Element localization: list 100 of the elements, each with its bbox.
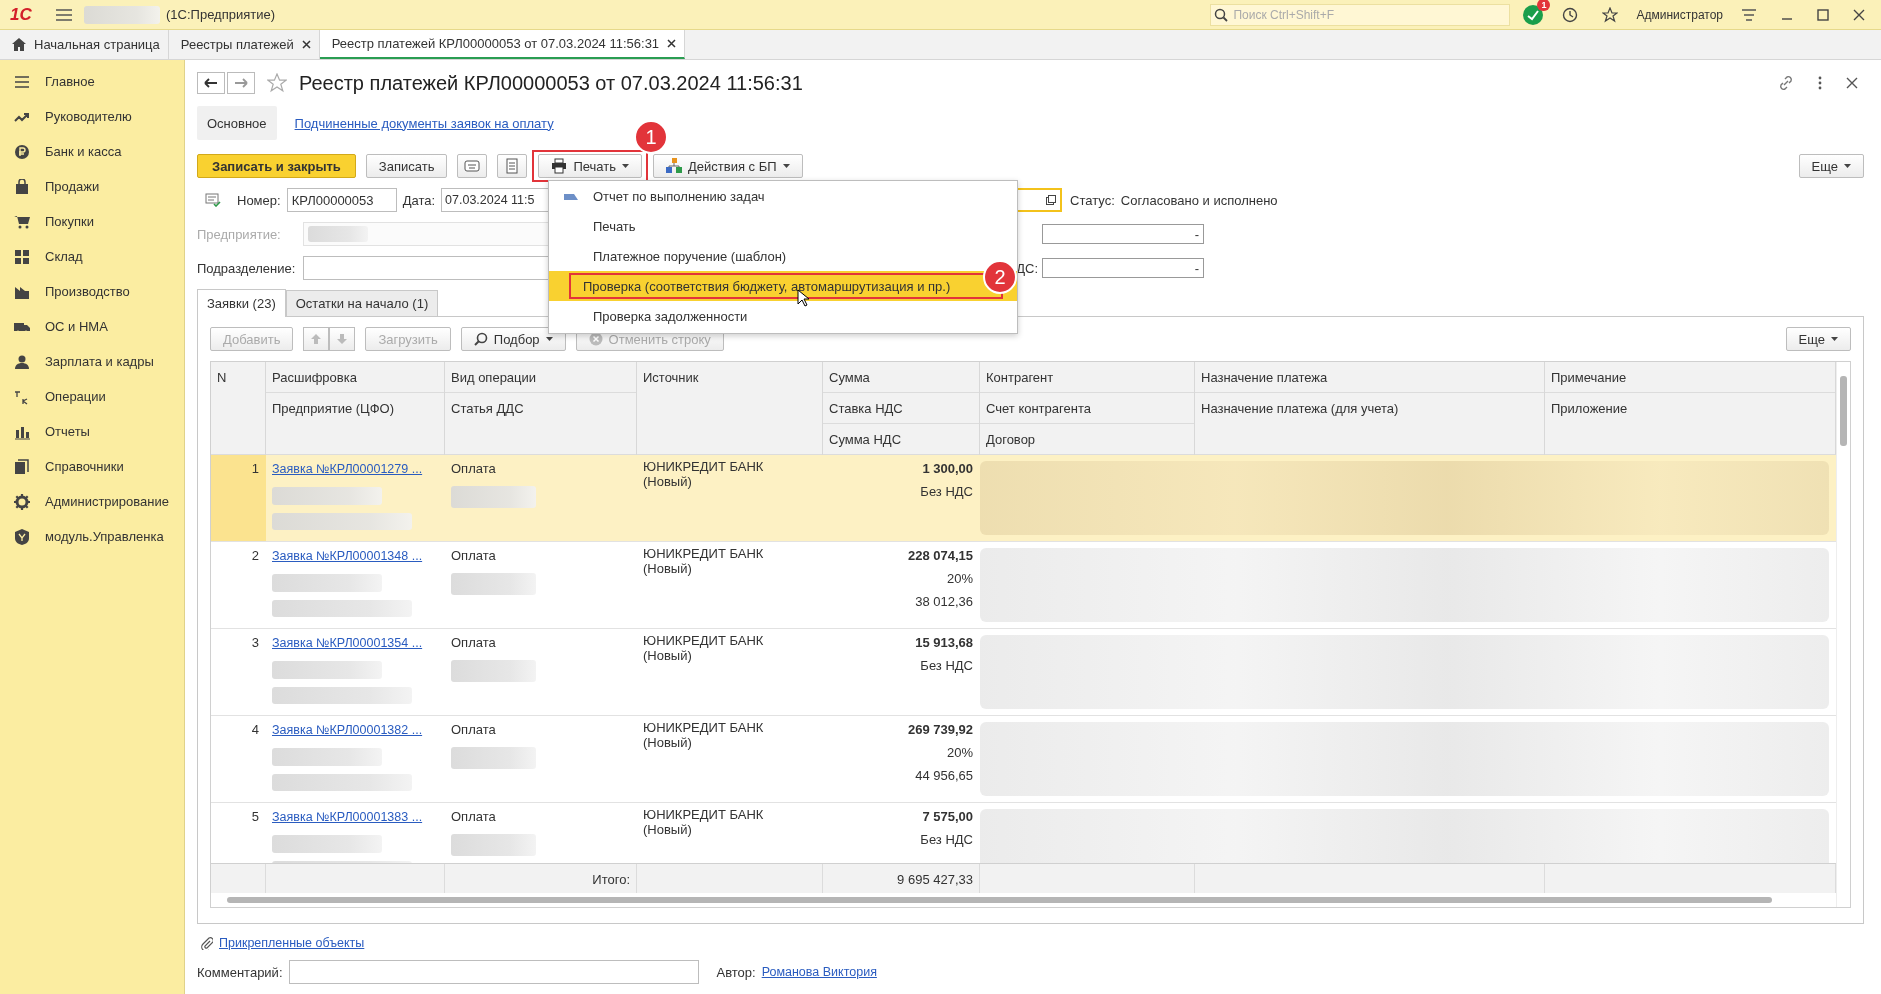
request-link[interactable]: Заявка №КРЛ00001382 ... — [272, 720, 438, 740]
sidebar-item[interactable]: Операции — [0, 379, 184, 414]
sidebar-item[interactable]: Производство — [0, 274, 184, 309]
table-row[interactable]: 3 Заявка №КРЛ00001354 ... Оплата ЮНИКРЕДИТ БАНК (Новый) 15 913,68 Без НДС — [211, 629, 1836, 716]
sidebar-item[interactable]: Банк и касса — [0, 134, 184, 169]
sidebar-item[interactable]: Справочники — [0, 449, 184, 484]
menu-icon[interactable] — [56, 8, 72, 21]
search-field[interactable]: Поиск Ctrl+Shift+F — [1210, 3, 1511, 26]
field-label: Предприятие: — [197, 226, 282, 242]
attachments-link[interactable]: Прикрепленные объекты — [219, 933, 365, 953]
table-row[interactable]: 4 Заявка №КРЛ00001382 ... Оплата ЮНИКРЕДИТ БАНК (Новый) 269 739,92 20% 44 956,65 — [211, 716, 1836, 803]
star-icon[interactable] — [1602, 6, 1619, 23]
sidebar-item[interactable]: Руководителю — [0, 99, 184, 134]
sidebar-item[interactable]: модуль.Управленка — [0, 519, 184, 554]
input-field[interactable]: - — [1042, 224, 1204, 244]
table-cell-text: (Новый) — [643, 822, 693, 837]
list-tab[interactable]: Остатки на начало (1) — [285, 290, 439, 316]
column-header[interactable]: Назначение платежа (для учета) — [1195, 393, 1544, 455]
sidebar-item[interactable]: ОС и НМА — [0, 309, 184, 344]
row-number: 3 — [251, 635, 259, 650]
column-header[interactable]: N — [211, 362, 265, 455]
author-link[interactable]: Романова Виктория — [761, 962, 877, 982]
search-icon — [1214, 7, 1229, 22]
star-icon[interactable] — [267, 73, 287, 93]
close-icon[interactable] — [1846, 77, 1858, 89]
more-button[interactable]: Еще — [1785, 327, 1851, 351]
sidebar-item[interactable]: Продажи — [0, 169, 184, 204]
column-header[interactable]: Приложение — [1545, 393, 1835, 455]
window-tab[interactable]: Реестры платежей — [168, 30, 320, 59]
document-button[interactable] — [497, 154, 528, 178]
number-field[interactable]: КРЛ00000053 — [286, 188, 397, 212]
caret-icon — [1831, 337, 1838, 341]
save-and-close-button[interactable]: Записать и закрыть — [197, 154, 356, 178]
vertical-scrollbar[interactable] — [1836, 362, 1850, 907]
user-name[interactable]: Администратор — [1636, 7, 1723, 22]
form-tab[interactable]: Основное — [197, 106, 277, 140]
person-icon — [14, 353, 30, 370]
menu-button[interactable]: Печать — [538, 154, 642, 178]
sidebar-item[interactable]: Покупки — [0, 204, 184, 239]
close-icon[interactable] — [301, 40, 311, 49]
printer-icon — [551, 158, 568, 174]
column-header[interactable]: Назначение платежа — [1195, 362, 1544, 393]
column-header[interactable]: Примечание — [1545, 362, 1835, 393]
request-link[interactable]: Заявка №КРЛ00001348 ... — [272, 546, 438, 566]
input-field[interactable]: - — [1042, 258, 1204, 278]
list-tab[interactable]: Заявки (23) — [197, 289, 286, 317]
table-cell-text: Оплата — [451, 808, 497, 826]
sidebar-item[interactable]: Главное — [0, 64, 184, 99]
table-row[interactable]: 2 Заявка №КРЛ00001348 ... Оплата ЮНИКРЕДИТ БАНК (Новый) 228 074,15 20% 38 012,36 — [211, 542, 1836, 629]
request-link[interactable]: Заявка №КРЛ00001383 ... — [272, 807, 438, 827]
column-header[interactable]: Контрагент — [980, 362, 1194, 393]
table-row[interactable]: 5 Заявка №КРЛ00001383 ... Оплата ЮНИКРЕДИТ БАНК (Новый) 7 575,00 Без НДС — [211, 803, 1836, 863]
column-header[interactable]: Предприятие (ЦФО) — [266, 393, 444, 455]
shield-icon — [14, 528, 30, 545]
request-link[interactable]: Заявка №КРЛ00001354 ... — [272, 633, 438, 653]
request-link[interactable]: Заявка №КРЛ00001279 ... — [272, 459, 438, 479]
more-icon[interactable] — [1818, 76, 1822, 90]
app-name: (1С:Предприятие) — [166, 7, 275, 22]
bag-icon — [14, 178, 30, 195]
table-cell-text: Без НДС — [920, 831, 973, 849]
comment-field[interactable] — [288, 960, 699, 984]
column-header[interactable]: Источник — [637, 362, 822, 455]
form-tab-link[interactable]: Подчиненные документы заявок на оплату — [284, 106, 564, 140]
window-tab[interactable]: Начальная страница — [0, 30, 169, 59]
menu-button[interactable]: Действия с БП — [653, 154, 803, 178]
caret-icon — [1844, 164, 1851, 168]
table-row[interactable]: 1 Заявка №КРЛ00001279 ... Оплата ЮНИКРЕДИТ БАНК (Новый) 1 300,00 Без НДС — [211, 455, 1836, 542]
link-icon[interactable] — [1778, 75, 1794, 91]
sidebar-item[interactable]: Отчеты — [0, 414, 184, 449]
menu-item[interactable]: Печать — [549, 211, 1017, 241]
table-cell-text: Оплата — [451, 547, 497, 565]
keyboard-button[interactable] — [457, 154, 488, 178]
sidebar-item[interactable]: Зарплата и кадры — [0, 344, 184, 379]
arrow-icon — [336, 333, 349, 345]
column-header[interactable]: Сумма НДС — [823, 424, 979, 455]
field-label: Статус: — [1070, 192, 1115, 208]
column-header[interactable]: Счет контрагента — [980, 393, 1194, 424]
maximize-icon[interactable] — [1817, 8, 1829, 21]
table-cell-text: (Новый) — [643, 648, 693, 663]
sidebar-item[interactable]: Склад — [0, 239, 184, 274]
pick-button[interactable]: Подбор — [460, 327, 566, 351]
column-header[interactable]: Статья ДДС — [445, 393, 636, 455]
ledger-icon — [14, 388, 30, 405]
grid-icon — [14, 248, 30, 265]
history-icon[interactable] — [1562, 6, 1579, 23]
close-icon[interactable] — [667, 39, 677, 48]
back-button[interactable] — [197, 72, 225, 94]
sidebar-item[interactable]: Администрирование — [0, 484, 184, 519]
more-button[interactable]: Еще — [1798, 154, 1864, 178]
window-tab[interactable]: Реестр платежей КРЛ00000053 от 07.03.2024 11:56:31 — [319, 30, 686, 59]
column-header[interactable]: Сумма — [823, 362, 979, 393]
save-button[interactable]: Записать — [365, 154, 448, 178]
column-header[interactable]: Договор — [980, 424, 1194, 455]
column-header[interactable]: Ставка НДС — [823, 393, 979, 424]
notification-icon[interactable] — [1522, 3, 1545, 26]
close-icon[interactable] — [1853, 8, 1865, 21]
column-header[interactable]: Вид операции — [445, 362, 636, 393]
settings-icon[interactable] — [1741, 7, 1757, 22]
column-header[interactable]: Расшифровка — [266, 362, 444, 393]
table-cell-text: Без НДС — [920, 483, 973, 501]
